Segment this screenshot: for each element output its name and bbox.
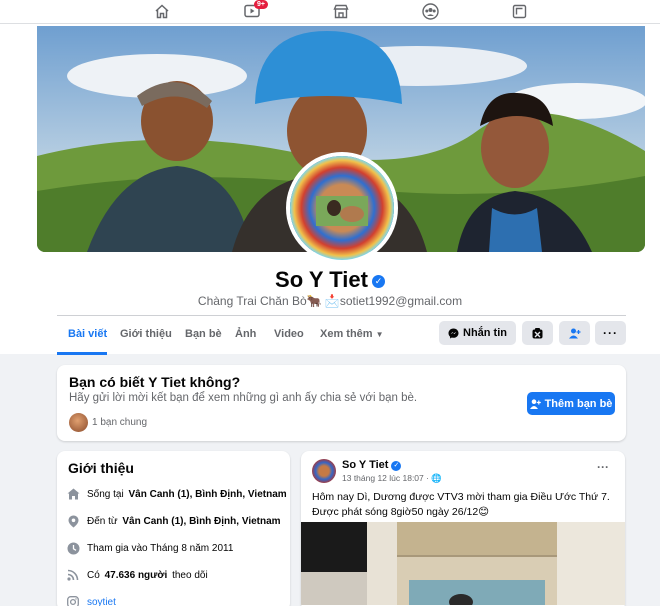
rss-followers-icon [66,568,80,582]
post-photo[interactable] [301,522,625,605]
tab-more[interactable]: Xem thêm ▼ [320,328,384,340]
home-icon[interactable] [150,0,174,22]
mutual-friends-label: 1 bạn chung [92,417,148,428]
verified-badge-icon: ✓ [371,275,385,288]
know-card-title: Bạn có biết Y Tiet không? [69,374,241,390]
tab-posts[interactable]: Bài viết [68,328,107,340]
add-friend-small-button[interactable] [559,321,590,345]
more-options-button[interactable]: ··· [595,321,626,345]
know-card-subtitle: Hãy gửi lời mời kết bạn để xem những gì … [69,392,418,404]
followers-count[interactable]: 47.636 người [105,570,168,581]
intro-card: Giới thiệu Sống tại Vân Canh (1), Bình Đ… [57,451,290,606]
lives-place-link[interactable]: Vân Canh (1), Bình Định, Vietnam [128,489,286,500]
instagram-icon [66,595,80,606]
tab-about[interactable]: Giới thiệu [120,328,172,340]
watch-notification-badge: 9+ [254,0,268,9]
profile-header: So Y Tiet ✓ Chàng Trai Chăn Bò🐂 📩sotiet19… [0,24,660,355]
post-author-avatar[interactable] [312,459,336,483]
add-friend-button[interactable]: Thêm bạn bè [527,392,615,415]
groups-icon[interactable] [418,0,442,22]
verified-badge-icon: ✓ [391,461,402,471]
clock-icon [66,541,80,555]
intro-followers: Có 47.636 người theo dõi [66,568,208,582]
message-button-label: Nhắn tin [463,327,507,339]
intro-lives-in: Sống tại Vân Canh (1), Bình Định, Vietna… [66,487,289,501]
post-card: So Y Tiet ✓ 13 tháng 12 lúc 18:07 · 🌐 ···… [301,451,625,606]
tab-photos[interactable]: Ảnh [235,328,256,340]
add-friend-icon [529,398,541,409]
joined-text: Tham gia vào Tháng 8 năm 2011 [87,542,234,554]
add-friend-icon [568,328,580,338]
profile-avatar[interactable] [286,152,398,264]
instagram-link[interactable]: soytiet [87,597,116,606]
post-author-row: So Y Tiet ✓ [342,459,402,471]
block-icon [532,327,543,338]
know-person-card: Bạn có biết Y Tiet không? Hãy gửi lời mờ… [57,365,626,441]
block-button[interactable] [522,321,553,345]
active-tab-indicator [57,352,107,355]
message-button[interactable]: Nhắn tin [439,321,516,345]
post-timestamp[interactable]: 13 tháng 12 lúc 18:07 · 🌐 [342,473,442,484]
from-prefix: Đến từ [87,515,118,527]
location-pin-icon [66,514,80,528]
more-dots-icon: ··· [603,326,618,340]
gaming-icon[interactable] [507,0,531,22]
top-navigation: 9+ [0,0,660,24]
followers-prefix: Có [87,569,100,581]
post-more-options-icon[interactable]: ··· [597,460,609,474]
tab-videos[interactable]: Video [274,328,304,340]
intro-from: Đến từ Vân Canh (1), Bình Định, Vietnam [66,514,283,528]
caret-down-icon: ▼ [375,330,384,339]
profile-bio: Chàng Trai Chăn Bò🐂 📩sotiet1992@gmail.co… [197,294,463,308]
add-friend-button-label: Thêm bạn bè [544,397,613,410]
intro-instagram: soytiet [66,595,116,606]
lives-prefix: Sống tại [87,488,124,500]
marketplace-icon[interactable] [329,0,353,22]
post-author-name[interactable]: So Y Tiet [342,459,388,471]
from-place-link[interactable]: Vân Canh (1), Bình Định, Vietnam [122,516,280,527]
intro-joined: Tham gia vào Tháng 8 năm 2011 [66,541,233,555]
mutual-friends[interactable]: 1 bạn chung [69,413,147,432]
tab-friends[interactable]: Bạn bè [185,328,222,340]
profile-name-row: So Y Tiet ✓ [0,267,660,293]
post-text: Hôm nay Dì, Dương được VTV3 mời tham gia… [312,491,610,518]
mutual-friend-avatar [69,413,88,432]
tab-more-label: Xem thêm [320,328,373,340]
intro-title: Giới thiệu [68,460,134,476]
house-icon [66,487,80,501]
followers-suffix: theo dõi [172,569,208,581]
messenger-icon [448,328,459,338]
profile-name: So Y Tiet [275,267,368,292]
